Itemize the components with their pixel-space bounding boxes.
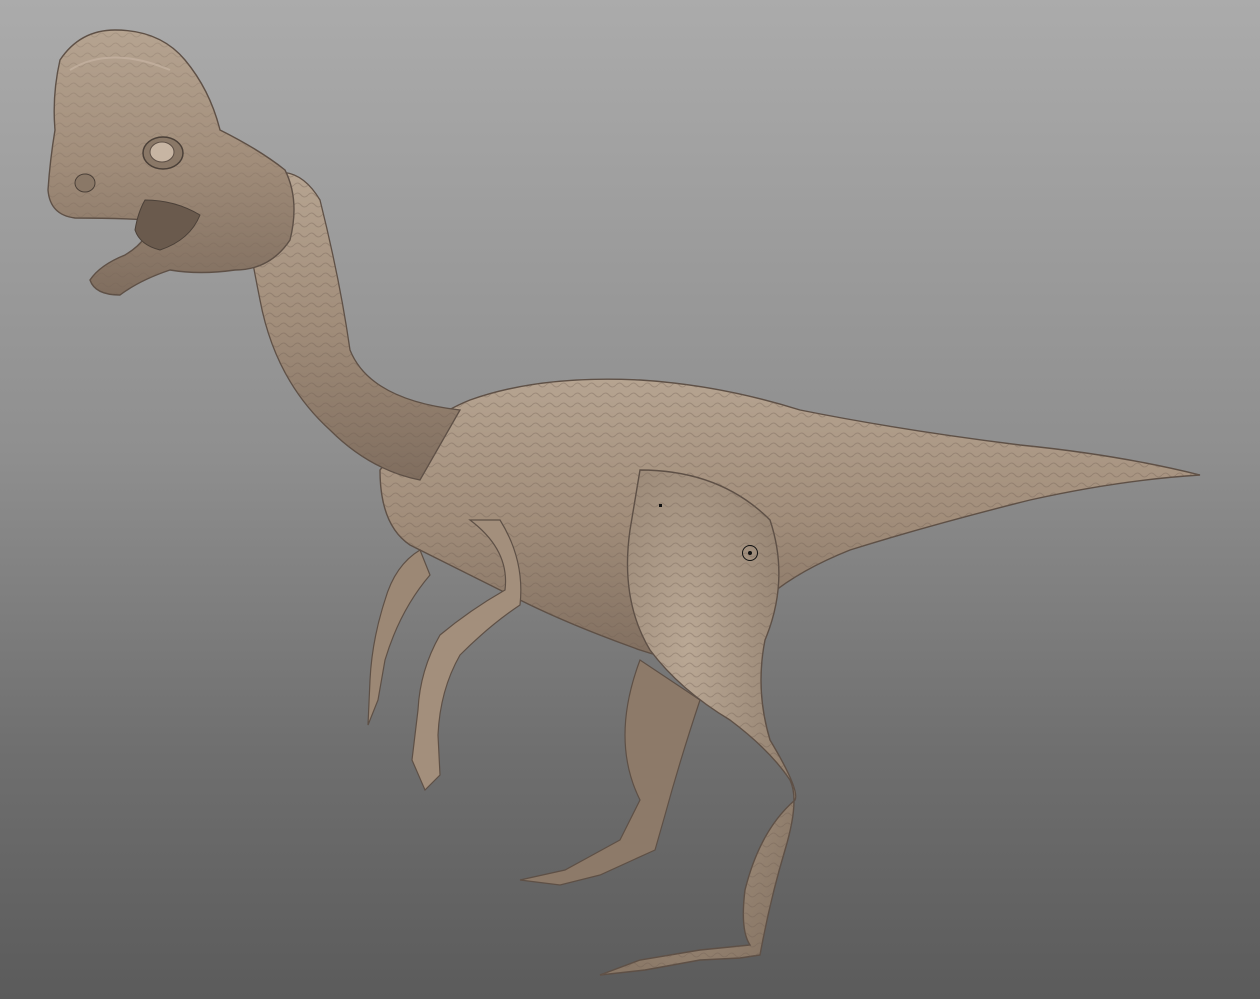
selection-point-icon [659,504,662,507]
transform-pivot-icon[interactable] [742,545,758,561]
dinosaur-model[interactable] [0,0,1260,999]
dinosaur-body [379,378,1201,665]
far-hind-leg [519,659,701,886]
3d-viewport[interactable] [0,0,1260,999]
dinosaur-head [47,29,295,296]
